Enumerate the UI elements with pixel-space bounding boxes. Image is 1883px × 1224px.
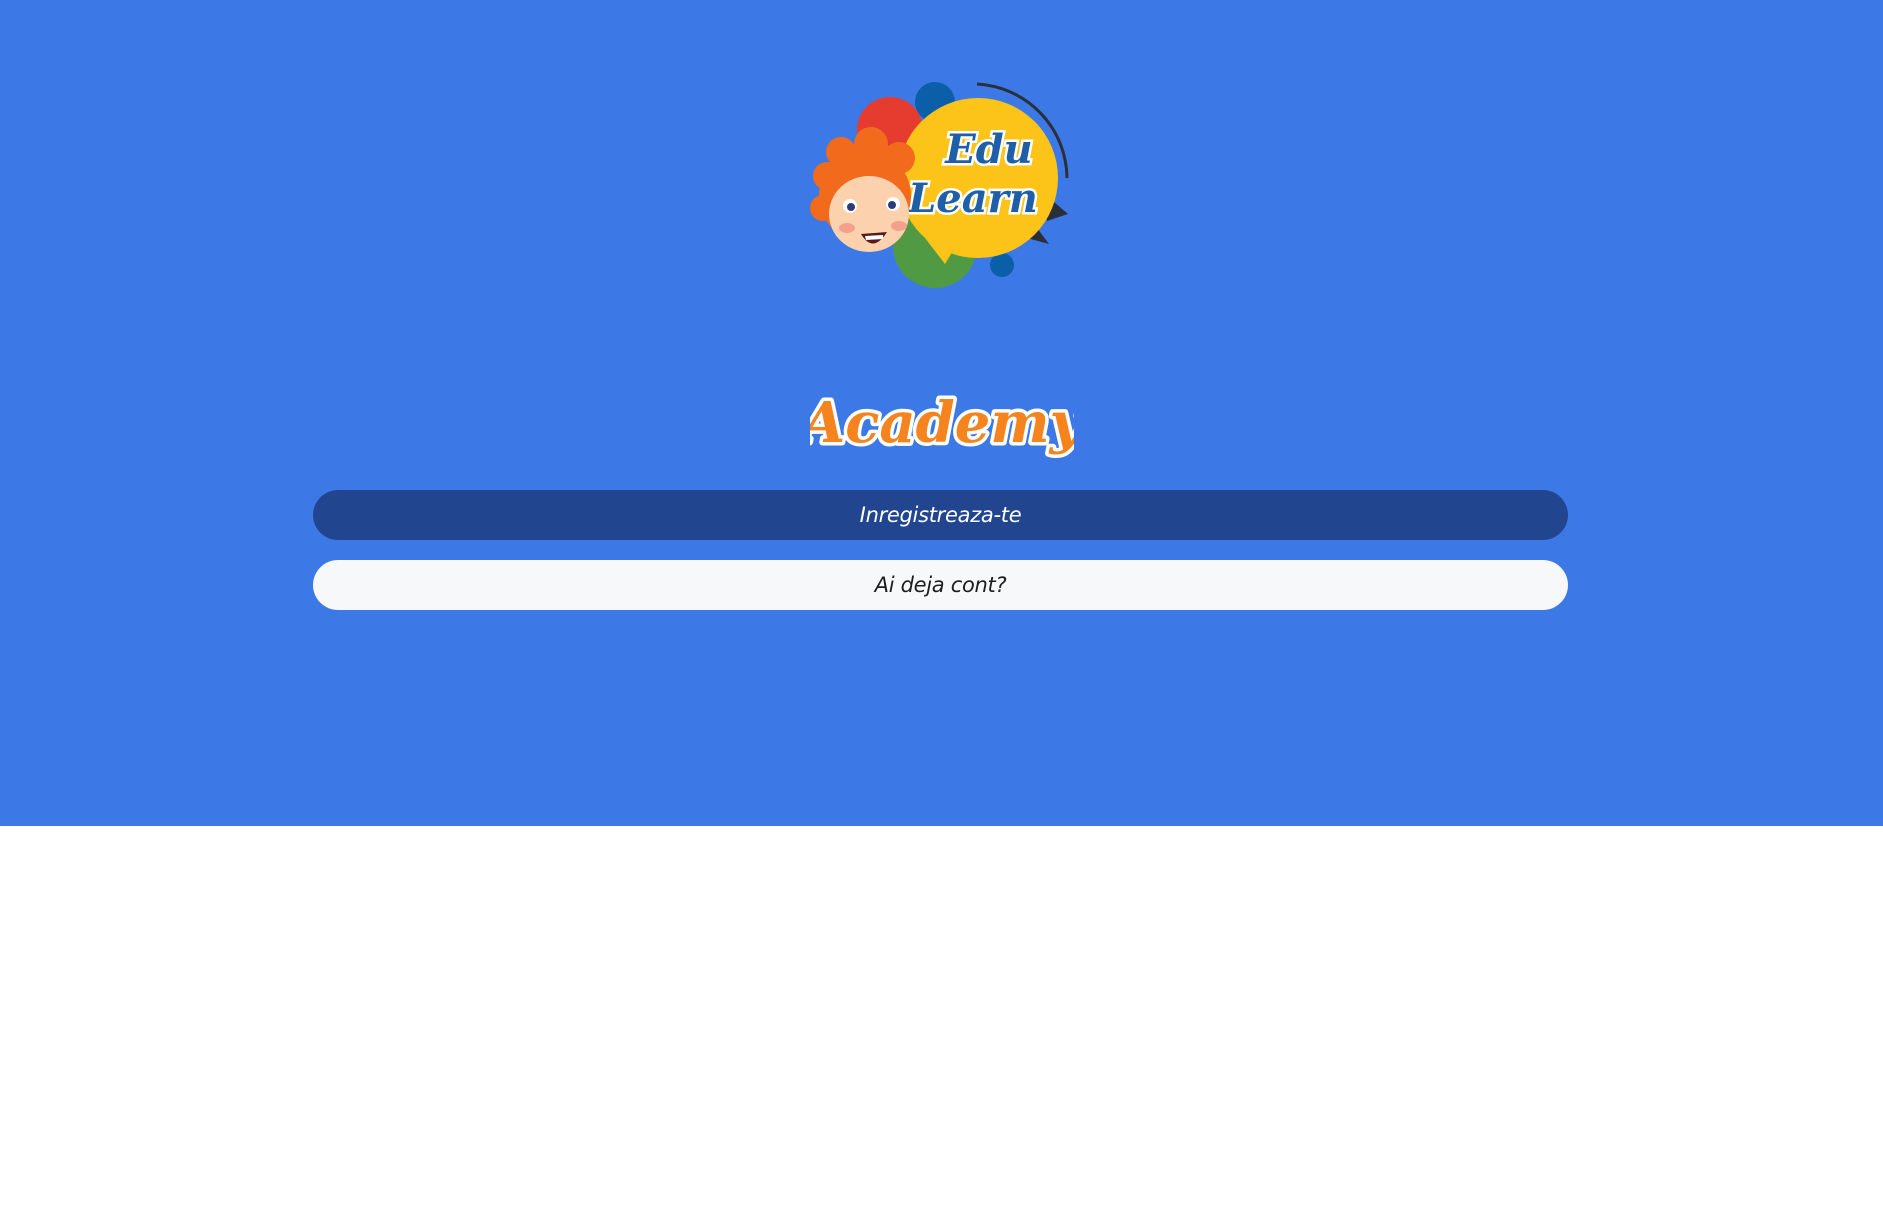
logo-text-edu: Edu bbox=[944, 126, 1033, 173]
hero-section: Edu Learn Academy Inregistreaza-te Ai de… bbox=[0, 0, 1883, 826]
page-background bbox=[0, 826, 1883, 1224]
login-button-label: Ai deja cont? bbox=[874, 573, 1007, 597]
academy-wordmark-icon: Academy bbox=[810, 387, 1074, 460]
login-button[interactable]: Ai deja cont? bbox=[313, 560, 1568, 610]
academy-wordmark-text: Academy bbox=[810, 390, 1074, 456]
edulearn-logo-icon: Edu Learn bbox=[810, 82, 1069, 288]
logo-text-learn: Learn bbox=[907, 175, 1038, 222]
register-button-label: Inregistreaza-te bbox=[859, 503, 1022, 527]
register-button[interactable]: Inregistreaza-te bbox=[313, 490, 1568, 540]
